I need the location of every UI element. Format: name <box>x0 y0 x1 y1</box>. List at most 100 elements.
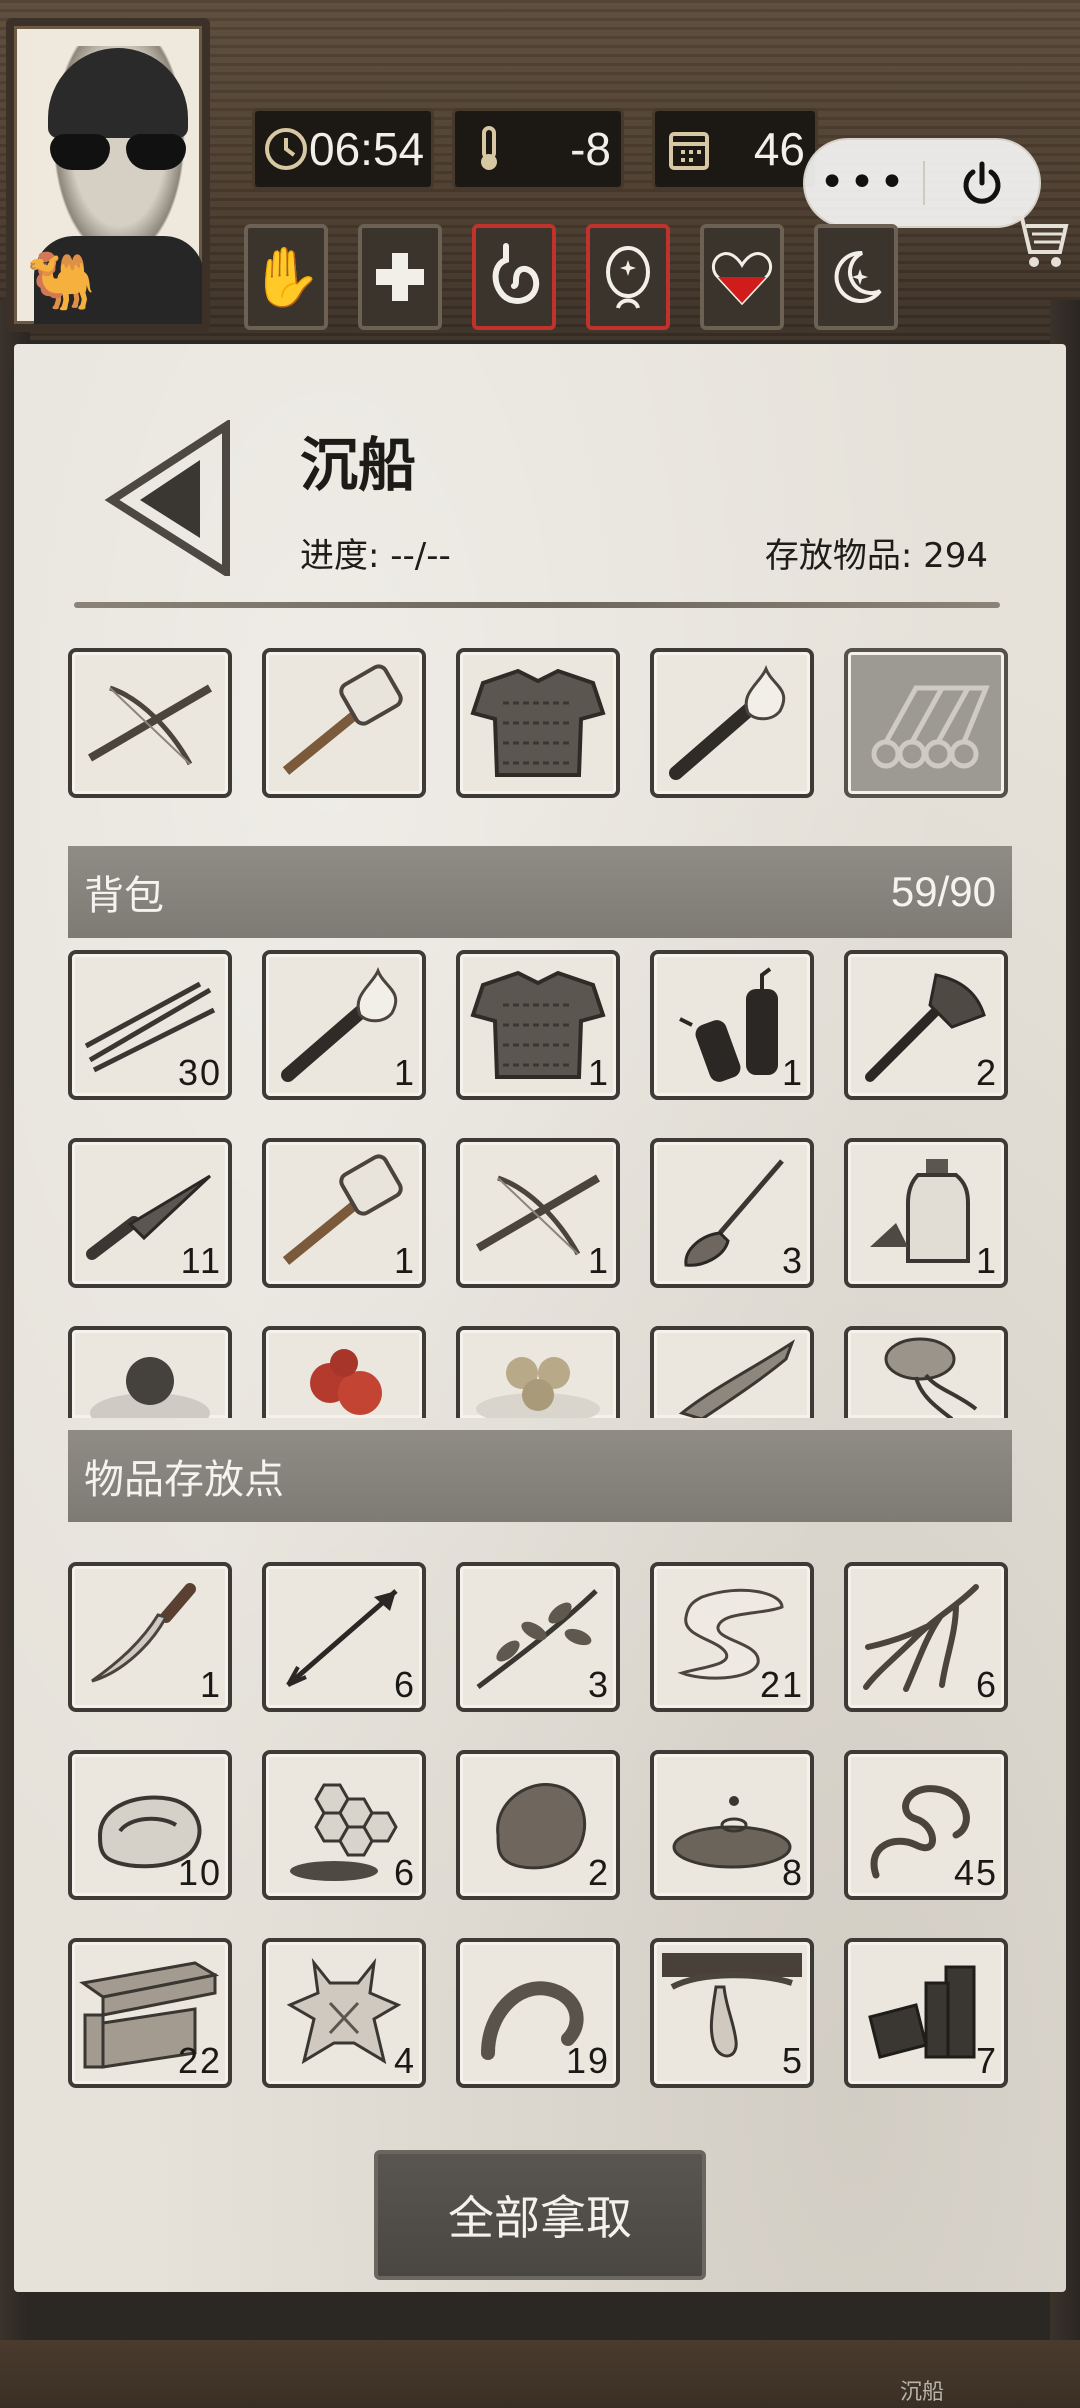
backpack-slot[interactable] <box>844 1326 1008 1418</box>
storage-slot[interactable]: 3 <box>456 1562 620 1712</box>
shop-cart-icon[interactable] <box>1008 208 1072 272</box>
backpack-header: 背包 59/90 <box>68 846 1012 938</box>
storage-slot[interactable]: 1 <box>68 1562 232 1712</box>
item-count: 7 <box>975 2040 998 2081</box>
storage-slot[interactable]: 21 <box>650 1562 814 1712</box>
item-count: 1 <box>199 1664 222 1705</box>
item-count: 4 <box>393 2040 416 2081</box>
item-count: 2 <box>587 1852 610 1893</box>
avatar-sunglasses <box>50 134 186 174</box>
logs-icon <box>848 652 1004 794</box>
stomach-icon[interactable] <box>472 224 556 330</box>
calendar-icon <box>663 123 715 175</box>
backpack-slot[interactable]: 1 <box>262 1138 426 1288</box>
backpack-slot[interactable]: 1 <box>456 1138 620 1288</box>
equip-slot-logs <box>844 648 1008 798</box>
storage-slot[interactable]: 8 <box>650 1750 814 1900</box>
backpack-capacity: 59/90 <box>890 868 996 915</box>
clock-icon <box>263 123 309 175</box>
thermometer-icon <box>463 123 515 175</box>
item-count: 30 <box>177 1052 222 1093</box>
item-count: 2 <box>975 1052 998 1093</box>
take-all-button[interactable]: 全部拿取 <box>374 2150 706 2280</box>
item-count: 3 <box>587 1664 610 1705</box>
storage-header: 物品存放点 <box>68 1430 1012 1522</box>
backpack-slot[interactable]: 3 <box>650 1138 814 1288</box>
item-count: 1 <box>393 1052 416 1093</box>
item-count: 21 <box>759 1664 804 1705</box>
backpack-label: 背包 <box>84 873 164 919</box>
camel-icon: 🐫 <box>26 249 96 314</box>
item-count: 45 <box>953 1852 998 1893</box>
storage-slot[interactable]: 6 <box>262 1562 426 1712</box>
backpack-slot[interactable]: 1 <box>262 950 426 1100</box>
backpack-slot[interactable]: 1 <box>844 1138 1008 1288</box>
backpack-slot[interactable] <box>68 1326 232 1418</box>
location-title: 沉船 <box>300 431 417 499</box>
backpack-slot[interactable] <box>650 1326 814 1418</box>
armor-icon <box>460 652 616 794</box>
item-count: 1 <box>587 1240 610 1281</box>
item-count: 19 <box>565 2040 610 2081</box>
stored-items-label: 存放物品: 294 <box>764 536 988 576</box>
storage-slot[interactable]: 19 <box>456 1938 620 2088</box>
backpack-slot[interactable]: 1 <box>456 950 620 1100</box>
item-count: 8 <box>781 1852 804 1893</box>
days-display: 46 <box>652 108 818 190</box>
backpack-slot[interactable] <box>456 1326 620 1418</box>
storage-slot[interactable]: 6 <box>262 1750 426 1900</box>
more-button[interactable]: ••• <box>805 161 923 205</box>
health-cross-icon[interactable] <box>358 224 442 330</box>
progress-label: 进度: --/-- <box>300 536 451 576</box>
power-icon <box>963 161 1001 204</box>
heart-icon[interactable] <box>700 224 784 330</box>
fish-icon <box>654 1330 810 1418</box>
mind-icon[interactable] <box>586 224 670 330</box>
equip-slot-torch[interactable] <box>650 648 814 798</box>
time-display: 06:54 <box>252 108 434 190</box>
backpack-slot[interactable]: 1 <box>650 950 814 1100</box>
item-count: 6 <box>393 1852 416 1893</box>
backpack-slot[interactable]: 2 <box>844 950 1008 1100</box>
item-count: 5 <box>781 2040 804 2081</box>
storage-slot[interactable]: 7 <box>844 1938 1008 2088</box>
item-count: 6 <box>975 1664 998 1705</box>
hammer-icon <box>266 652 422 794</box>
bandaged-hand-icon[interactable]: ✋ <box>244 224 328 330</box>
storage-slot[interactable]: 2 <box>456 1750 620 1900</box>
storage-slot[interactable]: 6 <box>844 1562 1008 1712</box>
time-value: 06:54 <box>309 123 425 175</box>
storage-label: 物品存放点 <box>84 1457 284 1503</box>
berries-icon <box>266 1330 422 1418</box>
player-avatar[interactable]: 🐫 <box>6 18 210 332</box>
backpack-slot[interactable]: 11 <box>68 1138 232 1288</box>
equip-slot-hammer[interactable] <box>262 648 426 798</box>
temperature-value: -8 <box>570 123 611 175</box>
item-count: 6 <box>393 1664 416 1705</box>
storage-slot[interactable]: 22 <box>68 1938 232 2088</box>
storage-slot[interactable]: 45 <box>844 1750 1008 1900</box>
stone-ball-icon <box>72 1330 228 1418</box>
backpack-slot[interactable]: 30 <box>68 950 232 1100</box>
item-count: 22 <box>177 2040 222 2081</box>
crossbow-icon <box>72 652 228 794</box>
storage-slot[interactable]: 5 <box>650 1938 814 2088</box>
item-count: 1 <box>781 1052 804 1093</box>
capsule-menu: ••• <box>803 138 1041 228</box>
equip-slot-armor[interactable] <box>456 648 620 798</box>
backpack-slot[interactable] <box>262 1326 426 1418</box>
equip-slot-crossbow[interactable] <box>68 648 232 798</box>
dumplings-icon <box>460 1330 616 1418</box>
item-count: 1 <box>393 1240 416 1281</box>
item-count: 10 <box>177 1852 222 1893</box>
back-button[interactable] <box>104 418 234 580</box>
moon-star-icon[interactable] <box>814 224 898 330</box>
power-button[interactable] <box>925 158 1039 208</box>
header-divider <box>74 602 1000 608</box>
item-count: 3 <box>781 1240 804 1281</box>
item-count: 11 <box>180 1240 222 1281</box>
storage-slot[interactable]: 10 <box>68 1750 232 1900</box>
torch-icon <box>654 652 810 794</box>
storage-slot[interactable]: 4 <box>262 1938 426 2088</box>
item-count: 1 <box>587 1052 610 1093</box>
